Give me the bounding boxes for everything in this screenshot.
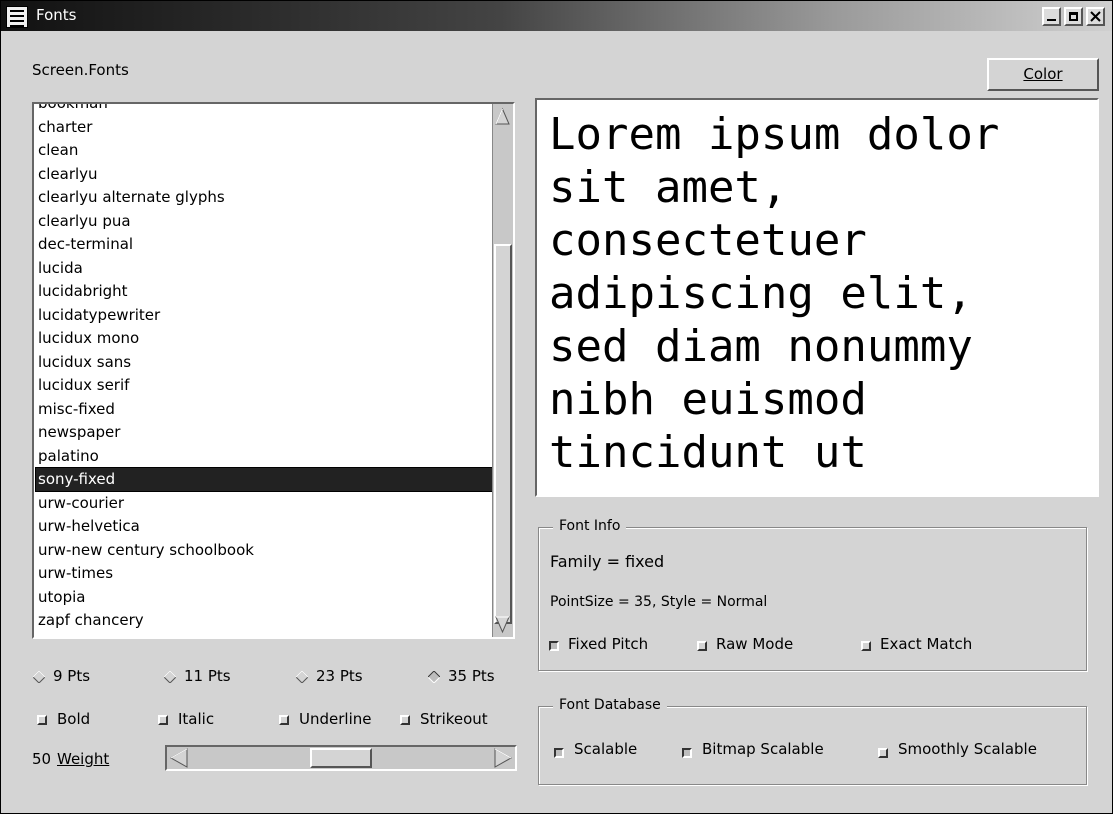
bold-checkbox[interactable] xyxy=(37,715,47,725)
font-list-item[interactable]: clearlyu alternate glyphs xyxy=(36,186,492,209)
font-info-title: Font Info xyxy=(553,518,627,534)
font-list-item[interactable]: lucidatypewriter xyxy=(36,304,492,327)
smoothly-scalable-checkbox xyxy=(878,748,888,758)
fixed-pitch-label: Fixed Pitch xyxy=(568,635,649,653)
scalable-label: Scalable xyxy=(574,740,638,758)
font-family-list[interactable]: bookman charter clean clearlyu clearlyu alte… xyxy=(32,102,515,639)
color-button-label: Color xyxy=(1023,65,1063,83)
underline-checkbox[interactable] xyxy=(279,715,289,725)
size-11-label[interactable]: 11 Pts xyxy=(184,667,231,685)
font-list-scroll-thumb[interactable] xyxy=(494,244,512,624)
font-list-item[interactable]: urw-new century schoolbook xyxy=(36,539,492,562)
fixed-pitch-checkbox xyxy=(549,641,559,651)
font-list-item[interactable]: lucidux serif xyxy=(36,374,492,397)
slider-left-icon[interactable] xyxy=(168,747,190,769)
font-list-item[interactable]: urw-times xyxy=(36,562,492,585)
point-size-info: PointSize = 35, Style = Normal xyxy=(550,594,768,610)
strikeout-label[interactable]: Strikeout xyxy=(420,710,488,728)
bitmap-scalable-label: Bitmap Scalable xyxy=(702,740,824,758)
fonts-window: Fonts Screen.Fonts Color bookman charter c… xyxy=(0,0,1113,814)
weight-label: Weight xyxy=(57,750,110,768)
font-list-item[interactable]: charter xyxy=(36,116,492,139)
font-list-item[interactable]: lucidabright xyxy=(36,280,492,303)
font-info-group: Font Info Family = fixed PointSize = 35,… xyxy=(538,518,1087,671)
maximize-icon[interactable] xyxy=(1064,7,1083,26)
font-list-item[interactable]: clearlyu xyxy=(36,163,492,186)
font-list-item[interactable]: lucidux mono xyxy=(36,327,492,350)
minimize-icon[interactable] xyxy=(1042,7,1061,26)
font-preview: Lorem ipsum dolor sit amet, consectetuer… xyxy=(535,98,1099,497)
window-menu-icon[interactable] xyxy=(6,6,28,28)
font-list-item[interactable]: lucidux sans xyxy=(36,351,492,374)
size-35-label[interactable]: 35 Pts xyxy=(448,667,495,685)
size-9-radio[interactable] xyxy=(32,669,46,684)
raw-mode-label[interactable]: Raw Mode xyxy=(716,635,793,653)
size-11-radio[interactable] xyxy=(163,669,177,684)
font-list-item[interactable]: newspaper xyxy=(36,421,492,444)
bold-label[interactable]: Bold xyxy=(57,710,90,728)
size-35-radio[interactable] xyxy=(427,669,441,684)
title-bar[interactable]: Fonts xyxy=(1,1,1112,31)
scalable-checkbox xyxy=(554,748,564,758)
preview-text: Lorem ipsum dolor sit amet, consectetuer… xyxy=(549,109,1000,478)
strikeout-checkbox[interactable] xyxy=(400,715,410,725)
close-icon[interactable] xyxy=(1086,7,1105,26)
exact-match-checkbox xyxy=(861,641,871,651)
family-info: Family = fixed xyxy=(550,552,665,571)
italic-label[interactable]: Italic xyxy=(178,710,214,728)
raw-mode-checkbox[interactable] xyxy=(697,641,707,651)
italic-checkbox[interactable] xyxy=(158,715,168,725)
size-23-radio[interactable] xyxy=(295,669,309,684)
size-9-label[interactable]: 9 Pts xyxy=(53,667,90,685)
font-database-title: Font Database xyxy=(553,697,667,713)
weight-value: 50 xyxy=(32,750,52,768)
font-list-item[interactable]: urw-helvetica xyxy=(36,515,492,538)
font-list-item[interactable]: utopia xyxy=(36,586,492,609)
slider-right-icon[interactable] xyxy=(492,747,514,769)
smoothly-scalable-label: Smoothly Scalable xyxy=(898,740,1037,758)
font-list-item[interactable]: clearlyu pua xyxy=(36,210,492,233)
font-database-group: Font Database Scalable Bitmap Scalable S… xyxy=(538,697,1087,785)
font-list-item[interactable]: dec-terminal xyxy=(36,233,492,256)
bitmap-scalable-checkbox xyxy=(682,748,692,758)
font-list-item[interactable]: clean xyxy=(36,139,492,162)
size-23-label[interactable]: 23 Pts xyxy=(316,667,363,685)
font-list-item[interactable]: lucida xyxy=(36,257,492,280)
font-list-item[interactable]: sony-fixed xyxy=(35,467,493,492)
underline-label[interactable]: Underline xyxy=(299,710,371,728)
screen-fonts-label: Screen.Fonts xyxy=(32,61,129,79)
font-list-scrollbar[interactable] xyxy=(492,104,513,637)
exact-match-label: Exact Match xyxy=(880,635,973,653)
font-list-item[interactable]: bookman xyxy=(36,104,492,115)
scroll-down-icon[interactable] xyxy=(494,614,511,635)
window-title: Fonts xyxy=(36,6,77,24)
weight-slider[interactable] xyxy=(165,745,517,771)
font-list-item[interactable]: urw-courier xyxy=(36,492,492,515)
font-list-item[interactable]: zapf chancery xyxy=(36,609,492,632)
color-button[interactable]: Color xyxy=(987,58,1099,91)
weight-slider-thumb[interactable] xyxy=(310,748,372,768)
scroll-up-icon[interactable] xyxy=(494,106,511,127)
font-list-item[interactable]: misc-fixed xyxy=(36,398,492,421)
font-list-item[interactable]: palatino xyxy=(36,445,492,468)
